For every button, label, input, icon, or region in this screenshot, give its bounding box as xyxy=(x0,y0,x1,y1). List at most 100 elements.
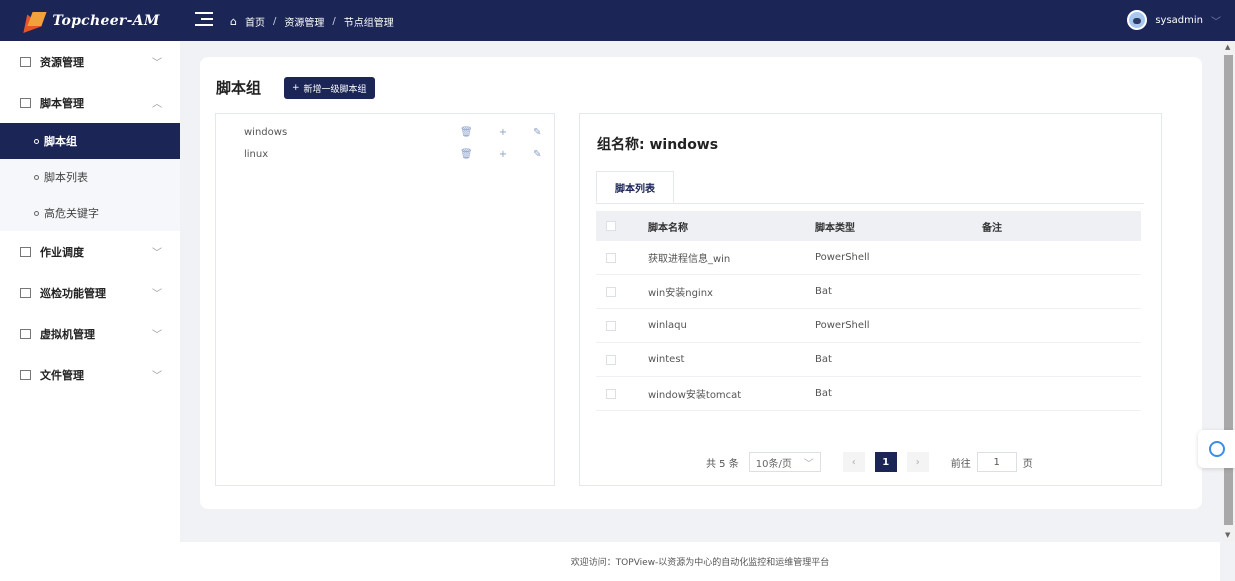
sidebar-item-label: 虚拟机管理 xyxy=(40,327,95,341)
sidebar-item-vm[interactable]: 虚拟机管理 ﹀ xyxy=(0,313,180,354)
cell-type: Bat xyxy=(814,388,832,399)
cell-type: PowerShell xyxy=(814,252,870,263)
top-navbar: Topcheer-AM ⌂ 首页 / 资源管理 / 节点组管理 sysadmin… xyxy=(0,0,1235,41)
group-name-title: 组名称: windows xyxy=(597,137,719,153)
chevron-down-icon: ﹀ xyxy=(152,330,162,341)
vm-icon xyxy=(20,328,31,339)
sidebar-item-label: 作业调度 xyxy=(40,245,84,259)
add-icon[interactable]: + xyxy=(499,127,507,138)
row-checkbox[interactable] xyxy=(606,354,616,365)
page-unit-label: 页 xyxy=(1022,458,1033,470)
cell-name: winlaqu xyxy=(647,320,687,331)
sidebar-item-label: 巡检功能管理 xyxy=(40,286,106,300)
monitor-icon xyxy=(20,56,31,67)
delete-icon[interactable]: 🗑 xyxy=(460,149,473,160)
breadcrumb-item-resource[interactable]: 资源管理 xyxy=(284,14,324,29)
sidebar-subitem-danger-keywords[interactable]: 高危关键字 xyxy=(0,195,180,231)
cell-type: Bat xyxy=(814,286,832,297)
table-row[interactable]: window安装tomcat Bat xyxy=(596,377,1141,411)
add-icon[interactable]: + xyxy=(499,149,507,160)
breadcrumb: ⌂ 首页 / 资源管理 / 节点组管理 xyxy=(230,14,394,29)
logo-text: Topcheer-AM xyxy=(52,12,160,29)
detail-tabs: 脚本列表 xyxy=(596,171,1144,204)
sidebar-item-inspection[interactable]: 巡检功能管理 ﹀ xyxy=(0,272,180,313)
add-button-label: 新增一级脚本组 xyxy=(303,84,367,95)
sidebar-item-job-schedule[interactable]: 作业调度 ﹀ xyxy=(0,231,180,272)
select-all-checkbox[interactable] xyxy=(606,221,616,231)
table-row[interactable]: 获取进程信息_win PowerShell xyxy=(596,241,1141,275)
user-menu[interactable]: sysadmin ﹀ xyxy=(1127,10,1221,30)
delete-icon[interactable]: 🗑 xyxy=(460,127,473,138)
group-tree: windows 🗑 + ✎ linux 🗑 + ✎ xyxy=(215,113,555,486)
logo-mark-icon xyxy=(20,12,46,30)
edit-icon[interactable]: ✎ xyxy=(533,149,541,160)
page-title: 脚本组 xyxy=(216,79,262,97)
dot-icon xyxy=(34,174,39,180)
sidebar-subitem-label: 脚本列表 xyxy=(44,171,88,184)
tree-node-label[interactable]: linux xyxy=(244,149,268,160)
dot-icon xyxy=(34,210,39,216)
cell-name: wintest xyxy=(647,354,685,365)
username[interactable]: sysadmin xyxy=(1155,15,1203,26)
script-icon xyxy=(20,97,31,108)
avatar[interactable] xyxy=(1127,10,1148,30)
scroll-up-icon[interactable]: ▲ xyxy=(1225,43,1230,51)
sidebar-subitem-label: 脚本组 xyxy=(44,135,77,148)
chevron-down-icon: ﹀ xyxy=(803,458,814,470)
chevron-down-icon: ﹀ xyxy=(152,289,162,300)
breadcrumb-separator: / xyxy=(332,16,336,27)
tree-node-windows[interactable]: windows 🗑 + ✎ xyxy=(244,124,544,140)
sidebar-item-resource[interactable]: 资源管理 ﹀ xyxy=(0,41,180,82)
main-content: 脚本组 + 新增一级脚本组 windows 🗑 + ✎ linux 🗑 + ✎ … xyxy=(200,57,1202,509)
tab-script-list[interactable]: 脚本列表 xyxy=(596,171,674,203)
page-size-value: 10条/页 xyxy=(755,458,792,470)
pagination: 共 5 条 10条/页 ﹀ ‹ 1 › 前往 1 页 xyxy=(706,452,1033,472)
sidebar-item-label: 文件管理 xyxy=(40,368,84,382)
table-row[interactable]: win安装nginx Bat xyxy=(596,275,1141,309)
sidebar-subitem-script-list[interactable]: 脚本列表 xyxy=(0,159,180,195)
chevron-down-icon: ﹀ xyxy=(152,248,162,259)
sidebar-subitem-script-group[interactable]: 脚本组 xyxy=(0,123,180,159)
chevron-down-icon: ﹀ xyxy=(152,58,162,69)
cell-type: Bat xyxy=(814,354,832,365)
chevron-down-icon: ﹀ xyxy=(152,371,162,382)
brand-logo[interactable]: Topcheer-AM xyxy=(0,0,180,41)
sidebar: 资源管理 ﹀ 脚本管理 ︿ 脚本组 脚本列表 高危关键字 作业调度 ﹀ 巡检功能… xyxy=(0,41,180,581)
goto-label: 前往 xyxy=(950,458,971,470)
footer: 欢迎访问：TOPView-以资源为中心的自动化监控和运维管理平台 xyxy=(180,542,1220,581)
inspection-icon xyxy=(20,287,31,298)
menu-toggle-icon[interactable] xyxy=(195,12,213,27)
cell-name: 获取进程信息_win xyxy=(647,254,731,265)
breadcrumb-item-current: 节点组管理 xyxy=(343,18,394,29)
breadcrumb-separator: / xyxy=(272,16,277,27)
chevron-down-icon[interactable]: ﹀ xyxy=(1211,13,1221,28)
breadcrumb-home[interactable]: 首页 xyxy=(245,14,265,29)
column-header-type: 脚本类型 xyxy=(814,222,855,234)
table-row[interactable]: wintest Bat xyxy=(596,343,1141,377)
scroll-down-icon[interactable]: ▼ xyxy=(1225,531,1230,539)
sidebar-subitem-label: 高危关键字 xyxy=(44,207,99,220)
page-number-current[interactable]: 1 xyxy=(874,452,897,472)
assistant-icon xyxy=(1208,441,1225,457)
row-checkbox[interactable] xyxy=(606,320,616,331)
page-size-select[interactable]: 10条/页 ﹀ xyxy=(748,452,821,472)
table-row[interactable]: winlaqu PowerShell xyxy=(596,309,1141,343)
sidebar-item-files[interactable]: 文件管理 ﹀ xyxy=(0,354,180,395)
script-table: 脚本名称 脚本类型 备注 获取进程信息_win PowerShell win安装… xyxy=(596,211,1141,411)
goto-page-input[interactable]: 1 xyxy=(976,452,1017,472)
next-page-button[interactable]: › xyxy=(906,452,929,472)
home-icon[interactable]: ⌂ xyxy=(230,15,237,28)
add-root-group-button[interactable]: + 新增一级脚本组 xyxy=(284,77,375,99)
tree-node-linux[interactable]: linux 🗑 + ✎ xyxy=(244,146,544,162)
assistant-widget[interactable] xyxy=(1198,430,1235,468)
plus-icon: + xyxy=(292,83,300,93)
prev-page-button[interactable]: ‹ xyxy=(842,452,865,472)
row-checkbox[interactable] xyxy=(606,252,616,263)
edit-icon[interactable]: ✎ xyxy=(533,127,541,138)
row-checkbox[interactable] xyxy=(606,286,616,297)
tree-node-label[interactable]: windows xyxy=(244,127,287,138)
calendar-icon xyxy=(20,246,31,257)
row-checkbox[interactable] xyxy=(606,388,616,399)
cell-name: win安装nginx xyxy=(647,288,713,299)
sidebar-item-script[interactable]: 脚本管理 ︿ xyxy=(0,82,180,123)
